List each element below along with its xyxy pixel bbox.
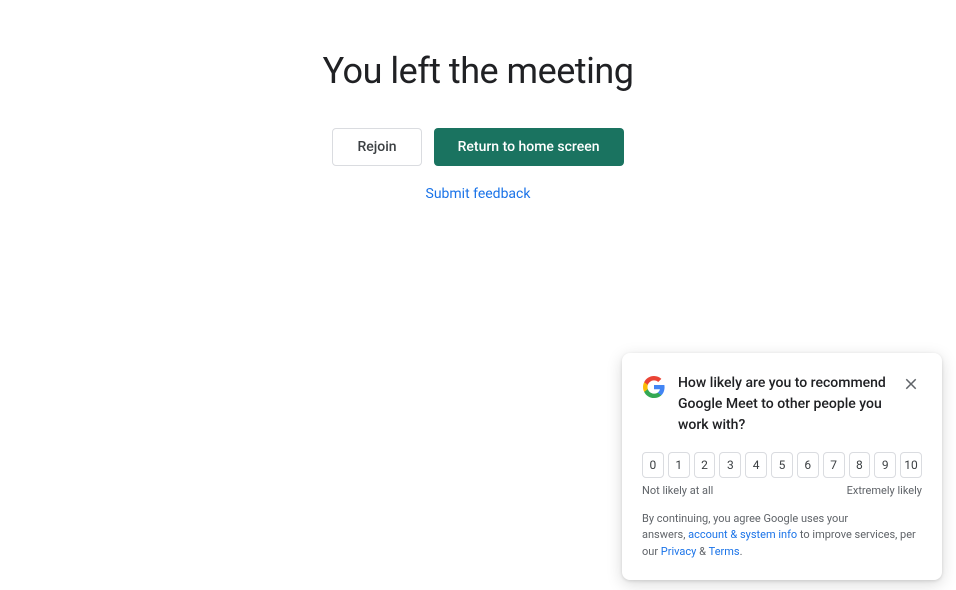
return-home-button[interactable]: Return to home screen [434,128,624,166]
rating-btn-9[interactable]: 9 [874,452,896,478]
rating-buttons-row: 012345678910 [642,452,922,478]
survey-card: How likely are you to recommend Google M… [622,353,942,581]
submit-feedback-link[interactable]: Submit feedback [426,186,531,202]
survey-close-button[interactable] [900,373,922,398]
survey-question-text: How likely are you to recommend Google M… [678,373,888,436]
rating-btn-4[interactable]: 4 [745,452,767,478]
rating-btn-2[interactable]: 2 [694,452,716,478]
google-logo-icon [642,375,666,399]
terms-link[interactable]: Terms [709,545,740,558]
rating-btn-5[interactable]: 5 [771,452,793,478]
rating-btn-3[interactable]: 3 [719,452,741,478]
rating-btn-0[interactable]: 0 [642,452,664,478]
rating-label-low: Not likely at all [642,484,713,497]
survey-footer: By continuing, you agree Google uses you… [642,511,922,561]
rating-btn-6[interactable]: 6 [797,452,819,478]
rejoin-button[interactable]: Rejoin [332,128,421,166]
rating-btn-10[interactable]: 10 [900,452,922,478]
rating-labels: Not likely at all Extremely likely [642,484,922,497]
rating-btn-8[interactable]: 8 [849,452,871,478]
footer-amp: & [696,545,708,558]
rating-btn-1[interactable]: 1 [668,452,690,478]
survey-header: How likely are you to recommend Google M… [642,373,922,436]
footer-end: . [740,545,743,558]
rating-btn-7[interactable]: 7 [823,452,845,478]
close-icon [902,375,920,393]
rating-label-high: Extremely likely [847,484,922,497]
page-title: You left the meeting [323,50,634,92]
action-buttons: Rejoin Return to home screen [332,128,623,166]
privacy-link[interactable]: Privacy [661,545,697,558]
account-system-info-link[interactable]: account & system info [688,528,797,541]
